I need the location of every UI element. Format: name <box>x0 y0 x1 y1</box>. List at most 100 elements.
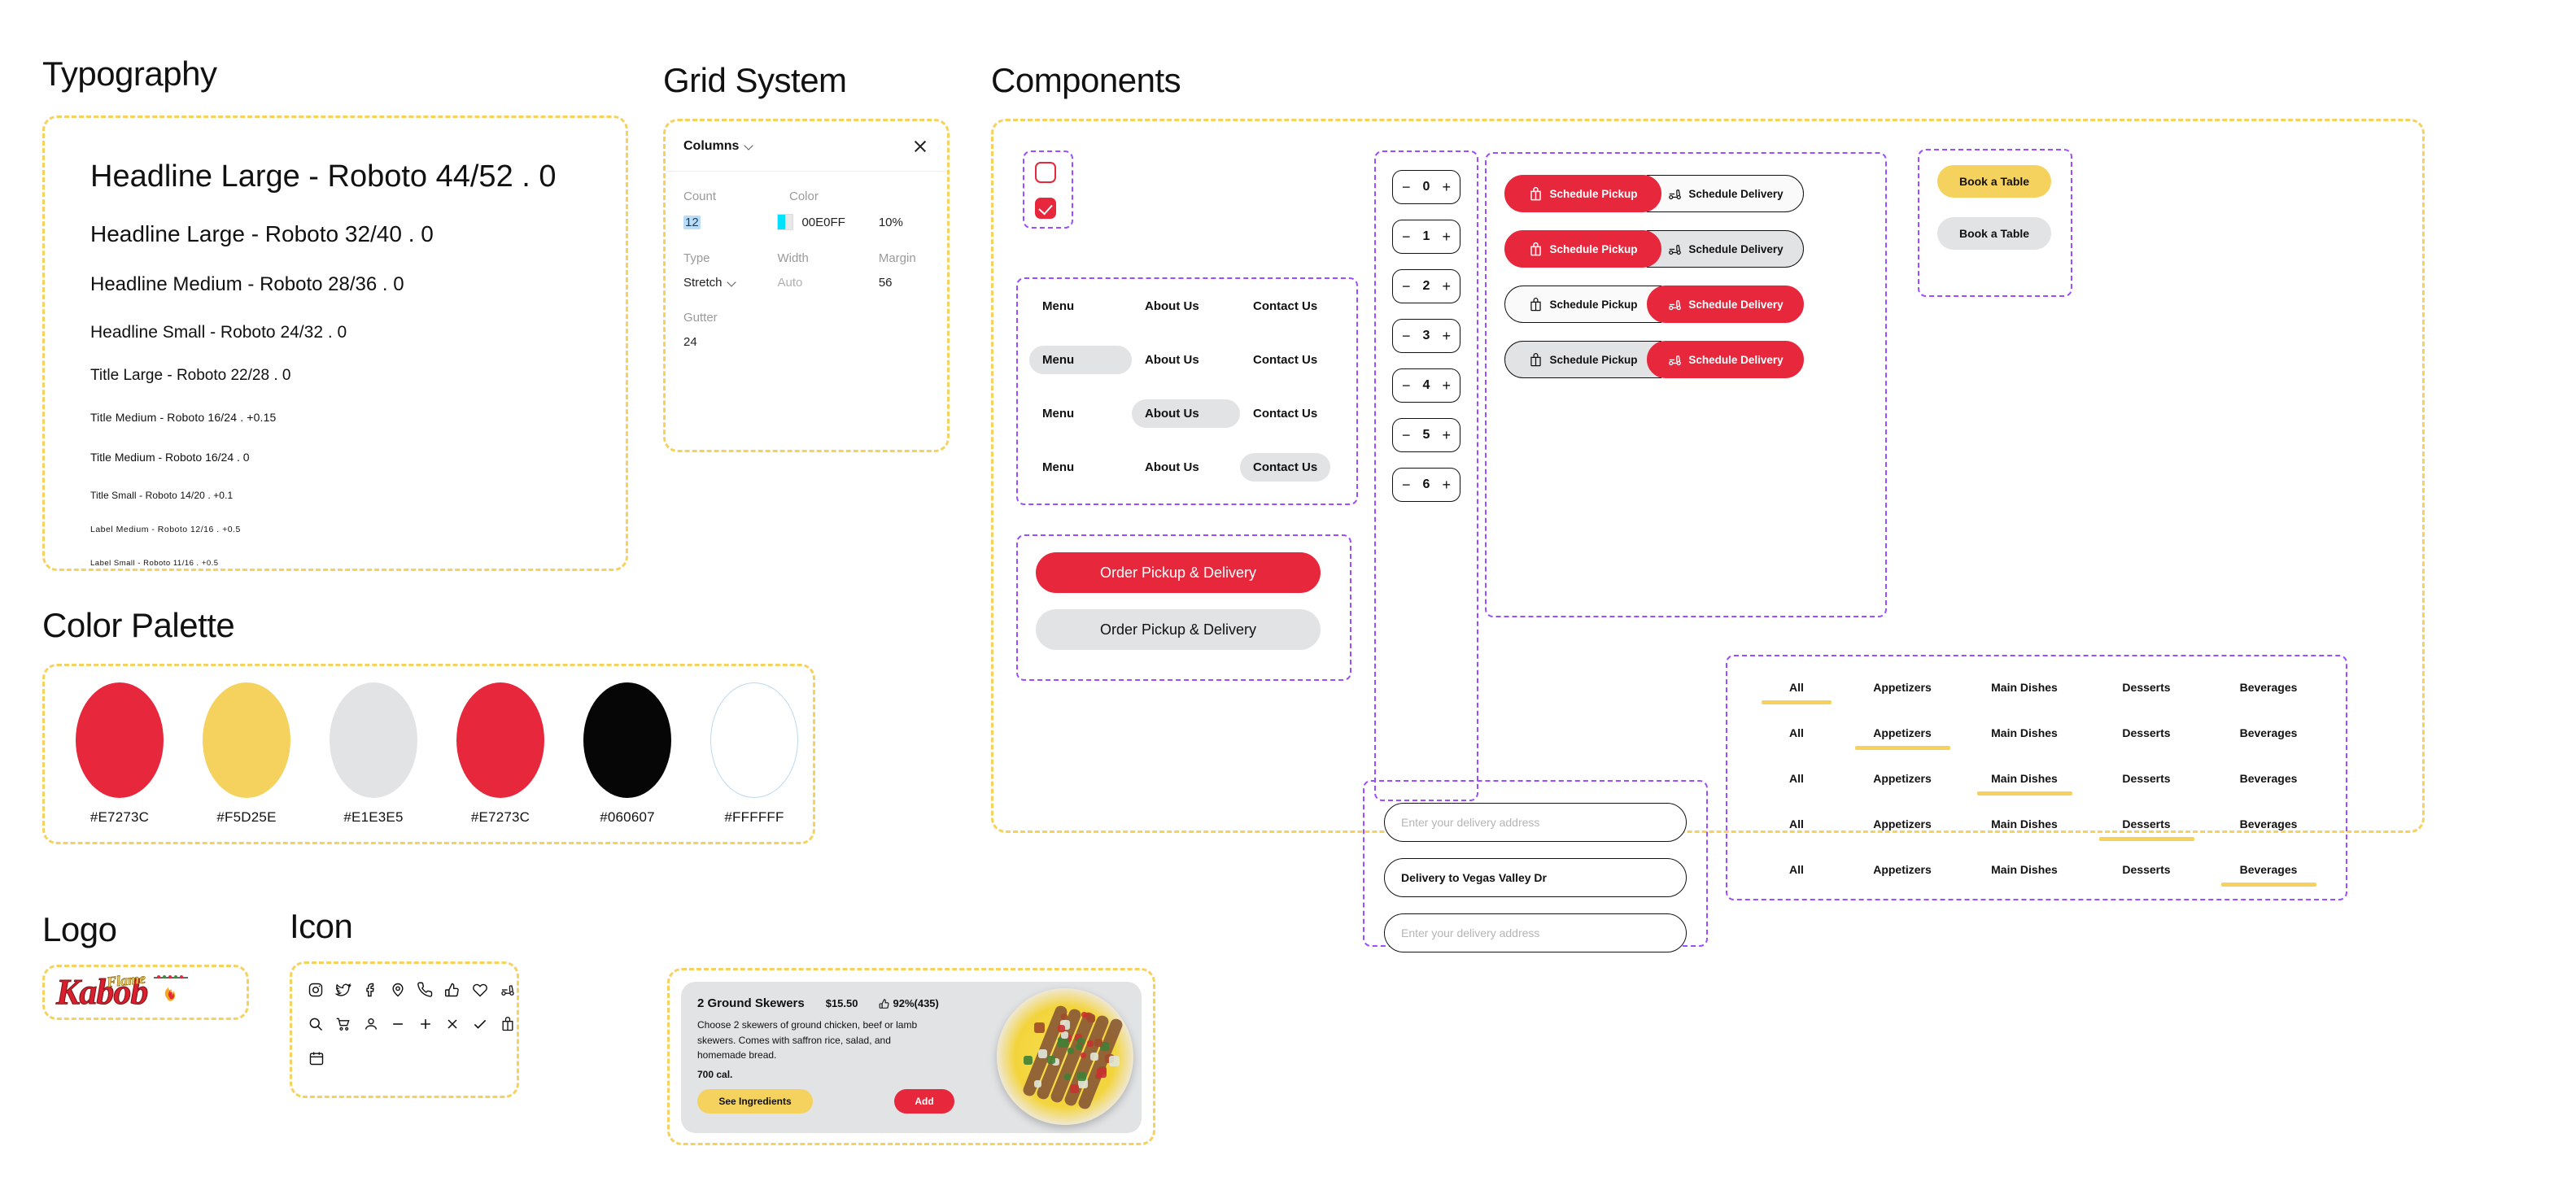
tab-all[interactable]: All <box>1752 726 1841 758</box>
delivery-address-input[interactable]: Delivery to Vegas Valley Dr <box>1384 858 1687 897</box>
tab-desserts[interactable]: Desserts <box>2085 772 2207 804</box>
quantity-stepper[interactable]: − 4 + <box>1392 368 1460 403</box>
tab-all[interactable]: All <box>1752 817 1841 849</box>
tab-beverages[interactable]: Beverages <box>2207 817 2329 849</box>
nav-item-contact-us[interactable]: Contact Us <box>1240 292 1330 320</box>
tab-appetizers[interactable]: Appetizers <box>1841 681 1963 713</box>
delivery-address-input[interactable]: Enter your delivery address <box>1384 913 1687 952</box>
phone-icon[interactable] <box>417 980 435 1000</box>
nav-item-about-us[interactable]: About Us <box>1132 292 1240 320</box>
close-icon[interactable] <box>443 1014 462 1034</box>
shopping-bag-icon[interactable] <box>498 1014 517 1034</box>
tab-desserts[interactable]: Desserts <box>2085 681 2207 713</box>
checkbox-checked[interactable] <box>1035 198 1056 219</box>
tab-all[interactable]: All <box>1752 681 1841 713</box>
facebook-icon[interactable] <box>361 980 380 1000</box>
see-ingredients-button[interactable]: See Ingredients <box>697 1089 813 1114</box>
location-pin-icon[interactable] <box>389 980 408 1000</box>
tab-desserts[interactable]: Desserts <box>2085 726 2207 758</box>
color-value-field[interactable]: 00E0FF <box>777 214 878 230</box>
quantity-stepper[interactable]: − 5 + <box>1392 418 1460 452</box>
book-a-table-button-secondary[interactable]: Book a Table <box>1937 217 2051 250</box>
tab-beverages[interactable]: Beverages <box>2207 772 2329 804</box>
delivery-address-input[interactable]: Enter your delivery address <box>1384 803 1687 842</box>
heart-icon[interactable] <box>471 980 490 1000</box>
nav-item-menu[interactable]: Menu <box>1029 399 1132 428</box>
nav-item-contact-us[interactable]: Contact Us <box>1240 346 1330 374</box>
color-opacity-value[interactable]: 10% <box>879 216 929 229</box>
quantity-stepper[interactable]: − 0 + <box>1392 170 1460 204</box>
shopping-cart-icon[interactable] <box>334 1014 353 1034</box>
minus-icon[interactable]: − <box>1402 229 1411 244</box>
tab-desserts[interactable]: Desserts <box>2085 863 2207 895</box>
schedule-pickup-button[interactable]: Schedule Pickup <box>1504 341 1661 378</box>
minus-icon[interactable]: − <box>1402 329 1411 343</box>
minus-icon[interactable]: − <box>1402 378 1411 393</box>
check-icon[interactable] <box>471 1014 490 1034</box>
tab-all[interactable]: All <box>1752 863 1841 895</box>
nav-item-menu[interactable]: Menu <box>1029 292 1132 320</box>
nav-item-contact-us[interactable]: Contact Us <box>1240 453 1330 482</box>
tab-desserts[interactable]: Desserts <box>2085 817 2207 849</box>
minus-icon[interactable]: − <box>1402 279 1411 294</box>
close-icon[interactable] <box>911 137 929 155</box>
book-a-table-button-primary[interactable]: Book a Table <box>1937 165 2051 198</box>
tab-main-dishes[interactable]: Main Dishes <box>1963 726 2085 758</box>
plus-icon[interactable]: + <box>1442 329 1451 343</box>
tab-appetizers[interactable]: Appetizers <box>1841 817 1963 849</box>
schedule-pickup-button[interactable]: Schedule Pickup <box>1504 175 1661 212</box>
nav-item-about-us[interactable]: About Us <box>1132 453 1240 482</box>
schedule-delivery-button[interactable]: Schedule Delivery <box>1647 341 1804 378</box>
plus-icon[interactable]: + <box>1442 180 1451 194</box>
schedule-pickup-button[interactable]: Schedule Pickup <box>1504 230 1661 268</box>
quantity-stepper[interactable]: − 1 + <box>1392 220 1460 254</box>
gutter-value[interactable]: 24 <box>683 335 789 349</box>
twitter-icon[interactable] <box>334 980 353 1000</box>
plus-icon[interactable]: + <box>1442 279 1451 294</box>
tab-main-dishes[interactable]: Main Dishes <box>1963 772 2085 804</box>
tab-appetizers[interactable]: Appetizers <box>1841 726 1963 758</box>
grid-type-selector[interactable]: Columns <box>683 139 754 154</box>
order-pickup-delivery-button-secondary[interactable]: Order Pickup & Delivery <box>1036 609 1321 650</box>
search-icon[interactable] <box>307 1014 325 1034</box>
schedule-pickup-button[interactable]: Schedule Pickup <box>1504 286 1661 323</box>
nav-item-about-us[interactable]: About Us <box>1132 346 1240 374</box>
nav-item-contact-us[interactable]: Contact Us <box>1240 399 1330 428</box>
menu-item-card[interactable]: 2 Ground Skewers $15.50 92%(435) Choose … <box>681 982 1142 1133</box>
minus-icon[interactable]: − <box>1402 477 1411 492</box>
schedule-delivery-button[interactable]: Schedule Delivery <box>1647 175 1804 212</box>
order-pickup-delivery-button-primary[interactable]: Order Pickup & Delivery <box>1036 552 1321 593</box>
tab-appetizers[interactable]: Appetizers <box>1841 863 1963 895</box>
schedule-delivery-button[interactable]: Schedule Delivery <box>1647 230 1804 268</box>
plus-icon[interactable]: + <box>1442 428 1451 442</box>
minus-icon[interactable]: − <box>1402 180 1411 194</box>
checkbox-unchecked[interactable] <box>1035 162 1056 183</box>
tab-main-dishes[interactable]: Main Dishes <box>1963 817 2085 849</box>
plus-icon[interactable]: + <box>1442 477 1451 492</box>
tab-beverages[interactable]: Beverages <box>2207 863 2329 895</box>
person-icon[interactable] <box>361 1014 380 1034</box>
minus-icon[interactable]: − <box>1402 428 1411 442</box>
tab-beverages[interactable]: Beverages <box>2207 726 2329 758</box>
add-button[interactable]: Add <box>894 1089 954 1114</box>
quantity-stepper[interactable]: − 2 + <box>1392 269 1460 303</box>
instagram-icon[interactable] <box>307 980 325 1000</box>
tab-appetizers[interactable]: Appetizers <box>1841 772 1963 804</box>
plus-icon[interactable] <box>417 1014 435 1034</box>
scooter-icon[interactable] <box>498 980 517 1000</box>
type-value-select[interactable]: Stretch <box>683 276 777 290</box>
plus-icon[interactable]: + <box>1442 229 1451 244</box>
margin-value[interactable]: 56 <box>879 276 929 290</box>
tab-main-dishes[interactable]: Main Dishes <box>1963 863 2085 895</box>
thumbs-up-icon[interactable] <box>443 980 462 1000</box>
nav-item-menu[interactable]: Menu <box>1029 346 1132 374</box>
calendar-icon[interactable] <box>307 1048 326 1068</box>
nav-item-menu[interactable]: Menu <box>1029 453 1132 482</box>
quantity-stepper[interactable]: − 6 + <box>1392 468 1460 502</box>
count-value-field[interactable]: 12 <box>683 216 777 229</box>
plus-icon[interactable]: + <box>1442 378 1451 393</box>
width-value[interactable]: Auto <box>777 276 878 290</box>
schedule-delivery-button[interactable]: Schedule Delivery <box>1647 286 1804 323</box>
tab-all[interactable]: All <box>1752 772 1841 804</box>
quantity-stepper[interactable]: − 3 + <box>1392 319 1460 353</box>
